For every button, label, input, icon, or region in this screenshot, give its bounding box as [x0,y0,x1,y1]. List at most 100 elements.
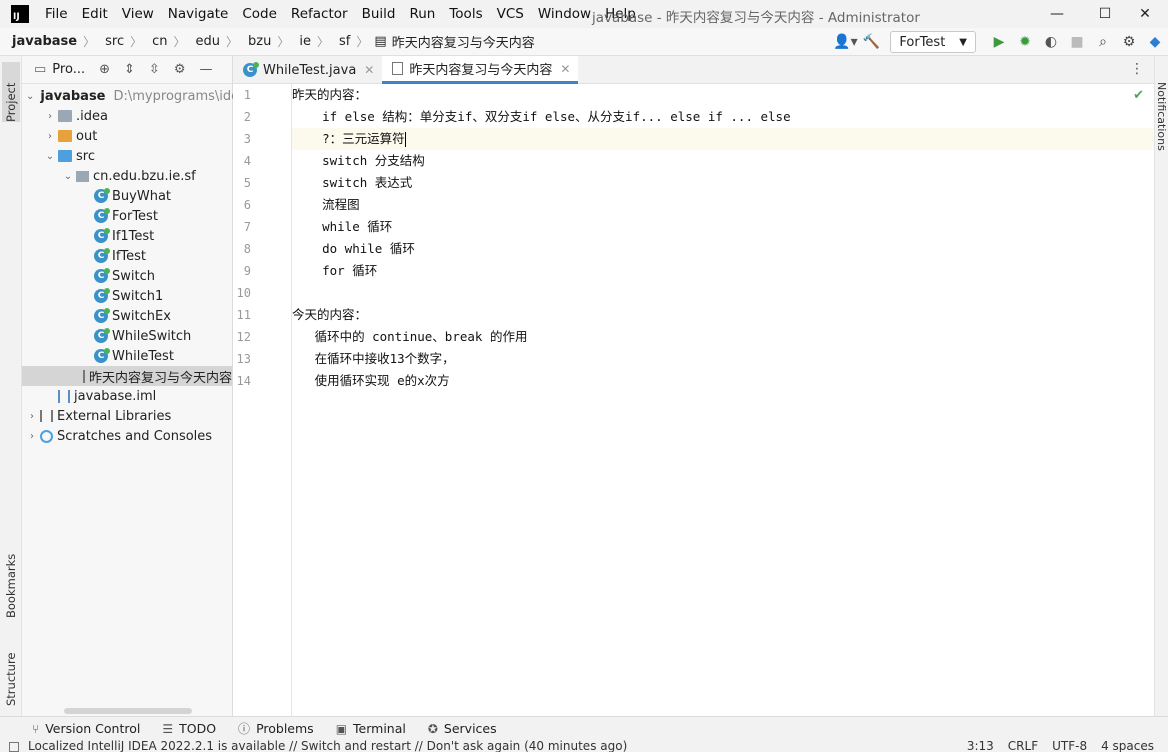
menu-vcs[interactable]: VCS [497,6,524,22]
terminal-tab[interactable]: ▣ Terminal [336,721,406,736]
collapse-all-icon[interactable]: ⇳ [149,62,160,77]
breadcrumb-file[interactable]: 昨天内容复习与今天内容 [392,32,535,51]
close-icon[interactable]: ✕ [364,63,374,77]
tree-item[interactable]: › External Libraries [22,406,232,426]
chevron-right-icon[interactable]: › [26,411,38,422]
tree-item[interactable]: C IfTest [22,246,232,266]
chevron-right-icon[interactable]: › [26,431,38,442]
locate-icon[interactable]: ⊕ [99,62,110,77]
todo-tab[interactable]: ☰ TODO [162,721,216,736]
code-line[interactable]: 今天的内容： [292,304,1154,326]
chevron-down-icon[interactable]: ⌄ [26,91,34,102]
tree-item[interactable]: 昨天内容复习与今天内容 [22,366,232,386]
menu-navigate[interactable]: Navigate [168,6,229,22]
status-toggle-icon[interactable] [9,742,19,752]
line-separator[interactable]: CRLF [1008,740,1038,752]
tree-item[interactable]: › .idea [22,106,232,126]
menu-tools[interactable]: Tools [449,6,482,22]
settings-icon[interactable]: ⚙ [1116,30,1142,54]
run-icon[interactable]: ▶ [986,30,1012,54]
code-line[interactable] [292,282,1154,304]
file-encoding[interactable]: UTF-8 [1052,740,1087,752]
notifications-tool-tab[interactable]: Notifications [1155,82,1168,151]
menu-run[interactable]: Run [409,6,435,22]
tree-item[interactable]: C WhileTest [22,346,232,366]
menu-refactor[interactable]: Refactor [291,6,348,22]
version-control-tab[interactable]: ⑂ Version Control [32,721,140,736]
code-line[interactable]: 昨天的内容： [292,84,1154,106]
hide-icon[interactable]: — [199,62,212,77]
code-line[interactable]: if else 结构：单分支if、双分支if else、从分支if... els… [292,106,1154,128]
code-line[interactable]: 在循环中接收13个数字， [292,348,1154,370]
breadcrumb-project[interactable]: javabase [12,34,77,49]
jb-icon[interactable]: ◆ [1142,30,1168,54]
editor-content[interactable]: ✔ 昨天的内容： if else 结构：单分支if、双分支if else、从分支… [292,84,1154,716]
tree-item[interactable]: C Switch [22,266,232,286]
code-line[interactable]: do while 循环 [292,238,1154,260]
tree-item[interactable]: C Switch1 [22,286,232,306]
tree-item-label: .idea [76,108,108,124]
breadcrumb-src[interactable]: src [105,34,124,49]
code-line[interactable]: for 循环 [292,260,1154,282]
code-line[interactable]: switch 分支结构 [292,150,1154,172]
chevron-right-icon[interactable]: › [44,131,56,142]
menu-code[interactable]: Code [242,6,277,22]
tree-item[interactable]: ⌄ javabase D:\myprograms\idea\j [22,86,255,106]
code-line[interactable]: 流程图 [292,194,1154,216]
tree-item[interactable]: › out [22,126,232,146]
tree-item[interactable]: ⌄ cn.edu.bzu.ie.sf [22,166,232,186]
menu-build[interactable]: Build [362,6,396,22]
chevron-right-icon[interactable]: › [44,111,56,122]
build-icon[interactable]: 🔨 [858,30,884,54]
breadcrumb-edu[interactable]: edu [196,34,221,49]
tree-item[interactable]: ⌄ src [22,146,232,166]
tree-item[interactable]: C WhileSwitch [22,326,232,346]
menu-view[interactable]: View [122,6,154,22]
problems-tab[interactable]: ⓘ Problems [238,720,314,737]
code-line[interactable]: while 循环 [292,216,1154,238]
search-icon[interactable]: ⌕ [1090,30,1116,54]
tree-item[interactable]: javabase.iml [22,386,232,406]
project-panel-title[interactable]: Pro... [52,62,85,77]
minimize-button[interactable]: — [1034,0,1080,28]
stop-icon[interactable]: ■ [1064,30,1090,54]
caret-position[interactable]: 3:13 [967,740,994,752]
services-tab[interactable]: ✪ Services [428,721,497,736]
close-button[interactable]: ✕ [1122,0,1168,28]
user-icon[interactable]: 👤▾ [832,30,858,54]
code-line[interactable]: 循环中的 continue、break 的作用 [292,326,1154,348]
bookmarks-tool-tab[interactable]: Bookmarks [2,540,20,618]
breadcrumb-cn[interactable]: cn [152,34,167,49]
tree-item[interactable]: C SwitchEx [22,306,232,326]
chevron-down-icon[interactable]: ⌄ [44,151,56,162]
debug-icon[interactable]: ✹ [1012,30,1038,54]
menu-file[interactable]: File [45,6,68,22]
status-message[interactable]: Localized IntelliJ IDEA 2022.2.1 is avai… [28,740,627,752]
expand-all-icon[interactable]: ⇕ [124,62,135,77]
breadcrumb-sf[interactable]: sf [339,34,350,49]
tree-item[interactable]: C If1Test [22,226,232,246]
structure-tool-tab[interactable]: Structure [2,636,20,707]
more-vertical-icon[interactable]: ⋮ [1130,61,1144,77]
tree-item[interactable]: C ForTest [22,206,232,226]
close-icon[interactable]: ✕ [560,62,570,76]
coverage-icon[interactable]: ◐ [1038,30,1064,54]
breadcrumb-ie[interactable]: ie [299,34,311,49]
breadcrumb-bzu[interactable]: bzu [248,34,271,49]
menu-window[interactable]: Window [538,6,591,22]
code-line[interactable]: switch 表达式 [292,172,1154,194]
tab-notes[interactable]: 昨天内容复习与今天内容 ✕ [382,56,579,84]
chevron-down-icon[interactable]: ⌄ [62,171,74,182]
code-line[interactable]: ?：三元运算符 [292,128,1154,150]
gear-icon[interactable]: ⚙ [174,62,186,77]
tree-item[interactable]: › Scratches and Consoles [22,426,232,446]
horizontal-scrollbar[interactable] [64,708,192,714]
indent-setting[interactable]: 4 spaces [1101,740,1154,752]
tree-item[interactable]: C BuyWhat [22,186,232,206]
code-line[interactable]: 使用循环实现 e的x次方 [292,370,1154,392]
menu-edit[interactable]: Edit [82,6,108,22]
run-config-select[interactable]: ForTest ▼ [890,31,976,53]
tree-item-label: If1Test [112,228,155,244]
tab-whiletest[interactable]: C WhileTest.java ✕ [233,56,382,84]
project-tool-tab[interactable]: Project [2,62,20,122]
